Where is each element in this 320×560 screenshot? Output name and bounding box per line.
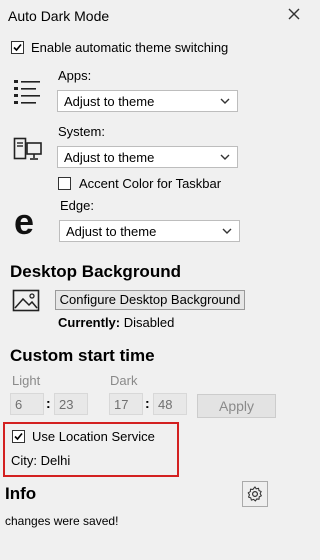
svg-text:e: e <box>14 204 34 238</box>
chevron-down-icon <box>219 95 231 107</box>
enable-switching-row[interactable]: Enable automatic theme switching <box>11 40 228 55</box>
enable-switching-checkbox[interactable] <box>11 41 24 54</box>
edge-dropdown-value: Adjust to theme <box>66 223 157 239</box>
accent-taskbar-row[interactable]: Accent Color for Taskbar <box>58 176 221 191</box>
dark-label: Dark <box>110 373 138 388</box>
checkmark-icon <box>14 432 23 441</box>
apps-label: Apps: <box>58 68 92 83</box>
accent-taskbar-checkbox[interactable] <box>58 177 71 190</box>
light-label: Light <box>12 373 41 388</box>
location-service-label: Use Location Service <box>32 429 155 444</box>
info-heading: Info <box>5 484 37 503</box>
city-label: City: Delhi <box>11 453 71 468</box>
system-label: System: <box>58 124 105 139</box>
edge-label: Edge: <box>60 198 94 213</box>
dark-time-separator: : <box>145 395 150 411</box>
computer-icon <box>13 137 43 163</box>
window-title: Auto Dark Mode <box>8 8 110 24</box>
desktop-background-heading: Desktop Background <box>10 262 181 281</box>
checkmark-icon <box>13 43 22 52</box>
edge-dropdown[interactable]: Adjust to theme <box>59 220 240 242</box>
system-dropdown[interactable]: Adjust to theme <box>57 146 238 168</box>
enable-switching-label: Enable automatic theme switching <box>31 40 229 55</box>
system-dropdown-value: Adjust to theme <box>64 149 155 165</box>
desktop-background-status: Currently: Disabled <box>58 315 174 330</box>
apps-dropdown[interactable]: Adjust to theme <box>57 90 238 112</box>
dark-hour-input[interactable]: 17 <box>109 393 143 415</box>
currently-value: Disabled <box>123 315 175 330</box>
chevron-down-icon <box>221 225 233 237</box>
close-button[interactable] <box>285 5 303 23</box>
light-time-separator: : <box>46 395 51 411</box>
custom-start-time-heading: Custom start time <box>10 346 155 365</box>
light-minute-input[interactable]: 23 <box>54 393 88 415</box>
apply-button[interactable]: Apply <box>197 394 276 418</box>
list-icon <box>13 78 43 106</box>
edge-icon: e <box>12 201 44 242</box>
apps-dropdown-value: Adjust to theme <box>64 93 155 109</box>
image-icon <box>12 289 42 313</box>
gear-icon <box>247 486 262 502</box>
settings-button[interactable] <box>242 481 268 507</box>
location-service-row[interactable]: Use Location Service <box>12 429 155 444</box>
info-status-text: changes were saved! <box>5 514 119 528</box>
configure-desktop-background-button[interactable]: Configure Desktop Background <box>55 290 245 310</box>
light-hour-input[interactable]: 6 <box>10 393 44 415</box>
location-service-checkbox[interactable] <box>12 430 25 443</box>
dark-minute-input[interactable]: 48 <box>153 393 187 415</box>
chevron-down-icon <box>219 151 231 163</box>
currently-label: Currently: <box>58 315 121 330</box>
close-icon <box>288 8 300 20</box>
accent-taskbar-label: Accent Color for Taskbar <box>79 176 222 191</box>
